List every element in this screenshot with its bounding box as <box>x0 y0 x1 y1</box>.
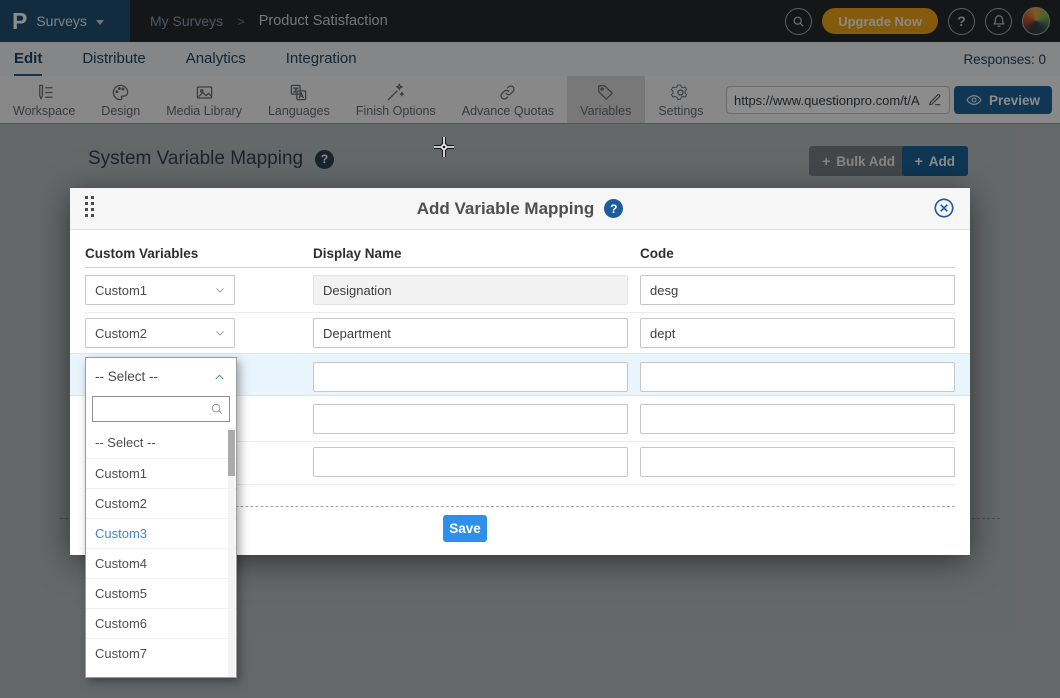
variable-select-row1[interactable]: Custom1 <box>85 275 235 305</box>
dropdown-option[interactable]: -- Select -- <box>86 428 236 458</box>
code-input-row3[interactable] <box>640 362 955 392</box>
close-icon <box>933 197 955 219</box>
code-input-row2[interactable] <box>640 318 955 348</box>
dropdown-option[interactable]: Custom5 <box>86 578 236 608</box>
variable-select-row2[interactable]: Custom2 <box>85 318 235 348</box>
mouse-cursor-crosshair <box>433 136 455 158</box>
column-header-custom-variables: Custom Variables <box>85 246 198 261</box>
chevron-up-icon <box>213 371 226 384</box>
display-name-input-row3[interactable] <box>313 362 628 392</box>
code-input-row4[interactable] <box>640 404 955 434</box>
drag-handle-icon[interactable] <box>85 196 94 217</box>
code-input-row1[interactable] <box>640 275 955 305</box>
dropdown-option[interactable]: Custom1 <box>86 458 236 488</box>
dropdown-option-list: -- Select -- Custom1 Custom2 Custom3 Cus… <box>86 428 236 668</box>
dropdown-search-input[interactable] <box>98 402 210 417</box>
display-name-input-row5[interactable] <box>313 447 628 477</box>
display-name-input-row1[interactable] <box>313 275 628 305</box>
modal-header: Add Variable Mapping ? <box>70 188 970 230</box>
search-icon <box>210 402 224 416</box>
dropdown-option[interactable]: Custom7 <box>86 638 236 668</box>
dropdown-option-highlighted[interactable]: Custom3 <box>86 518 236 548</box>
variable-dropdown-open: -- Select -- -- Select -- Custom1 Custom… <box>85 357 237 678</box>
header-divider <box>85 267 955 268</box>
dropdown-scrollbar-thumb[interactable] <box>228 430 235 476</box>
modal-title: Add Variable Mapping <box>417 199 595 219</box>
dropdown-option[interactable]: Custom4 <box>86 548 236 578</box>
code-input-row5[interactable] <box>640 447 955 477</box>
chevron-down-icon <box>214 327 226 339</box>
dropdown-scrollbar[interactable] <box>228 428 235 677</box>
modal-help-icon[interactable]: ? <box>604 199 623 218</box>
column-header-display-name: Display Name <box>313 246 402 261</box>
dropdown-selected-value[interactable]: -- Select -- <box>86 358 236 395</box>
dropdown-option[interactable]: Custom6 <box>86 608 236 638</box>
display-name-input-row4[interactable] <box>313 404 628 434</box>
save-button[interactable]: Save <box>443 515 487 542</box>
chevron-down-icon <box>214 284 226 296</box>
dropdown-search-box[interactable] <box>92 396 230 422</box>
close-button[interactable] <box>933 197 955 219</box>
display-name-input-row2[interactable] <box>313 318 628 348</box>
dropdown-option[interactable]: Custom2 <box>86 488 236 518</box>
column-header-code: Code <box>640 246 674 261</box>
row-divider <box>85 312 955 313</box>
app-window: P Surveys My Surveys > Product Satisfact… <box>0 0 1060 698</box>
